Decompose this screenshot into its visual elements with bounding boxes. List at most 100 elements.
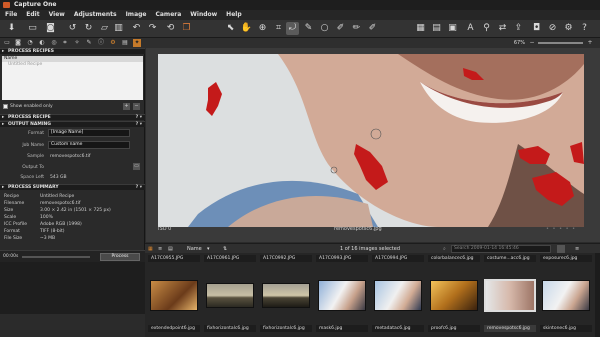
- thumbnail[interactable]: [318, 280, 366, 311]
- undo-icon[interactable]: ↶: [130, 22, 143, 35]
- capture-icon[interactable]: ▭: [26, 22, 39, 35]
- capture-tab-icon[interactable]: ◙: [14, 39, 22, 47]
- thumb-label[interactable]: removespotsc6.jpg: [484, 325, 536, 332]
- thumb-label[interactable]: exposurec6.jpg: [540, 255, 592, 262]
- search-options-button[interactable]: [557, 245, 565, 253]
- metadata-tab-icon[interactable]: ⓘ: [97, 39, 105, 47]
- output-folder-button[interactable]: ▭: [133, 163, 140, 170]
- rotate-left-icon[interactable]: ↺: [66, 22, 79, 35]
- picker-icon[interactable]: ✐: [334, 22, 347, 35]
- thumbnail[interactable]: [430, 280, 478, 311]
- text-icon[interactable]: A: [464, 22, 477, 35]
- thumbnail[interactable]: [542, 280, 590, 311]
- menu-adjustments[interactable]: Adjustments: [74, 10, 117, 20]
- menu-file[interactable]: File: [5, 10, 17, 20]
- reset-icon[interactable]: ⟲: [164, 22, 177, 35]
- process-summary-header[interactable]: PROCESS SUMMARY ? ▾: [0, 184, 145, 191]
- menu-view[interactable]: View: [49, 10, 65, 20]
- process-recipes-header[interactable]: PROCESS RECIPES: [0, 48, 145, 55]
- pan-icon[interactable]: ✋: [240, 22, 253, 35]
- composition-tab-icon[interactable]: ⌗: [61, 39, 69, 47]
- add-recipe-button[interactable]: +: [123, 103, 130, 110]
- details-tab-icon[interactable]: ✧: [73, 39, 81, 47]
- spot-removal-icon[interactable]: ○: [318, 22, 331, 35]
- library-tab-icon[interactable]: ▭: [3, 39, 11, 47]
- job-name-label: Job Name: [22, 143, 44, 148]
- help-icon[interactable]: ?: [578, 22, 591, 35]
- thumb-label[interactable]: colorbalancec6.jpg: [428, 255, 480, 262]
- output-naming-header[interactable]: OUTPUT NAMING ? ▾: [0, 121, 145, 128]
- trash-icon[interactable]: ▥: [112, 22, 125, 35]
- thumb-label[interactable]: A17C0994.JPG: [372, 255, 424, 262]
- thumb-label[interactable]: A17C0993.JPG: [316, 255, 368, 262]
- adjustments-tab-icon[interactable]: ✎: [85, 39, 93, 47]
- menu-edit[interactable]: Edit: [26, 10, 39, 20]
- thumb-label[interactable]: fixhorizontalc6.jpg: [204, 325, 256, 332]
- lens-tab-icon[interactable]: ◎: [50, 39, 58, 47]
- main-photo[interactable]: [158, 54, 584, 227]
- search-input[interactable]: Search 2009-01-14 16:45:46: [451, 245, 551, 253]
- rotate-tool-icon[interactable]: ⤾: [286, 22, 299, 35]
- thumb-label[interactable]: costume...acc6.jpg: [484, 255, 536, 262]
- screen-icon[interactable]: ◘: [530, 22, 543, 35]
- rotate-right-icon[interactable]: ↻: [82, 22, 95, 35]
- viewer-icon[interactable]: ▣: [446, 22, 459, 35]
- thumbnail[interactable]: [262, 283, 310, 308]
- menu-camera[interactable]: Camera: [155, 10, 181, 20]
- process-recipe-header[interactable]: PROCESS RECIPE? ▾: [0, 114, 145, 121]
- thumb-label[interactable]: proofc6.jpg: [428, 325, 480, 332]
- eraser-icon[interactable]: ✐: [366, 22, 379, 35]
- copy-icon[interactable]: ❐: [180, 22, 193, 35]
- thumbnail[interactable]: [150, 280, 198, 311]
- show-enabled-checkbox[interactable]: [3, 104, 8, 109]
- cancel-icon[interactable]: ⊘: [546, 22, 559, 35]
- thumb-label[interactable]: skintonec6.jpg: [540, 325, 592, 332]
- menu-window[interactable]: Window: [190, 10, 217, 20]
- camera-icon[interactable]: ◙: [44, 22, 57, 35]
- thumbnail-selected[interactable]: [484, 279, 536, 312]
- grid-view-icon[interactable]: ▦: [414, 22, 427, 35]
- thumb-label[interactable]: mask6.jpg: [316, 325, 368, 332]
- thumb-label[interactable]: A17C0961.JPG: [204, 255, 256, 262]
- menu-help[interactable]: Help: [226, 10, 241, 20]
- menu-image[interactable]: Image: [126, 10, 147, 20]
- keystone-icon[interactable]: ✎: [302, 22, 315, 35]
- folder-icon[interactable]: ▱: [98, 22, 111, 35]
- thumbnail[interactable]: [374, 280, 422, 311]
- color-tab-icon[interactable]: ◔: [26, 39, 34, 47]
- zoom-in-icon[interactable]: +: [586, 39, 594, 47]
- pin-icon[interactable]: ⚲: [480, 22, 493, 35]
- brush-icon[interactable]: ✏: [350, 22, 363, 35]
- output-tab-icon[interactable]: ⚙: [109, 39, 117, 47]
- format-field[interactable]: [Image Name]: [48, 129, 130, 137]
- rating-dots[interactable]: • • • • •: [546, 224, 576, 234]
- thumb-label[interactable]: A17C0955.JPG: [148, 255, 200, 262]
- thumbnail[interactable]: [206, 283, 254, 308]
- exposure-tab-icon[interactable]: ◐: [38, 39, 46, 47]
- zoom-out-icon[interactable]: −: [528, 39, 536, 47]
- redo-icon[interactable]: ↷: [146, 22, 159, 35]
- recipe-list-item[interactable]: Untitled Recipe: [2, 62, 143, 68]
- crop-tool-icon[interactable]: ⌗: [272, 22, 285, 35]
- thumb-label[interactable]: A17C0992.JPG: [260, 255, 312, 262]
- pointer-icon[interactable]: ⬉: [224, 22, 237, 35]
- zoom-tool-icon[interactable]: ⊕: [256, 22, 269, 35]
- export-icon[interactable]: ⇪: [512, 22, 525, 35]
- filmstrip-scrollbar[interactable]: [595, 253, 600, 337]
- thumb-label[interactable]: fixhorizontalc6.jpg: [260, 325, 312, 332]
- process-button[interactable]: Process: [100, 253, 140, 261]
- move-icon[interactable]: ⇄: [496, 22, 509, 35]
- section-controls-icon[interactable]: ? ▾: [136, 185, 142, 191]
- zoom-slider[interactable]: [538, 42, 583, 44]
- job-name-field[interactable]: Custom name: [48, 141, 130, 149]
- batch-tab-icon[interactable]: ▤: [121, 39, 129, 47]
- thumb-label[interactable]: metadatac6.jpg: [372, 325, 424, 332]
- section-controls-icon[interactable]: ? ▾: [136, 122, 142, 128]
- gear-icon[interactable]: ⚙: [562, 22, 575, 35]
- panel-bottom-empty: [0, 262, 145, 314]
- import-icon[interactable]: ⬇: [5, 22, 18, 35]
- compare-icon[interactable]: ▤: [430, 22, 443, 35]
- thumb-label[interactable]: extendedpoint6.jpg: [148, 325, 200, 332]
- quick-tab-icon[interactable]: ✦: [133, 39, 141, 47]
- remove-recipe-button[interactable]: −: [133, 103, 140, 110]
